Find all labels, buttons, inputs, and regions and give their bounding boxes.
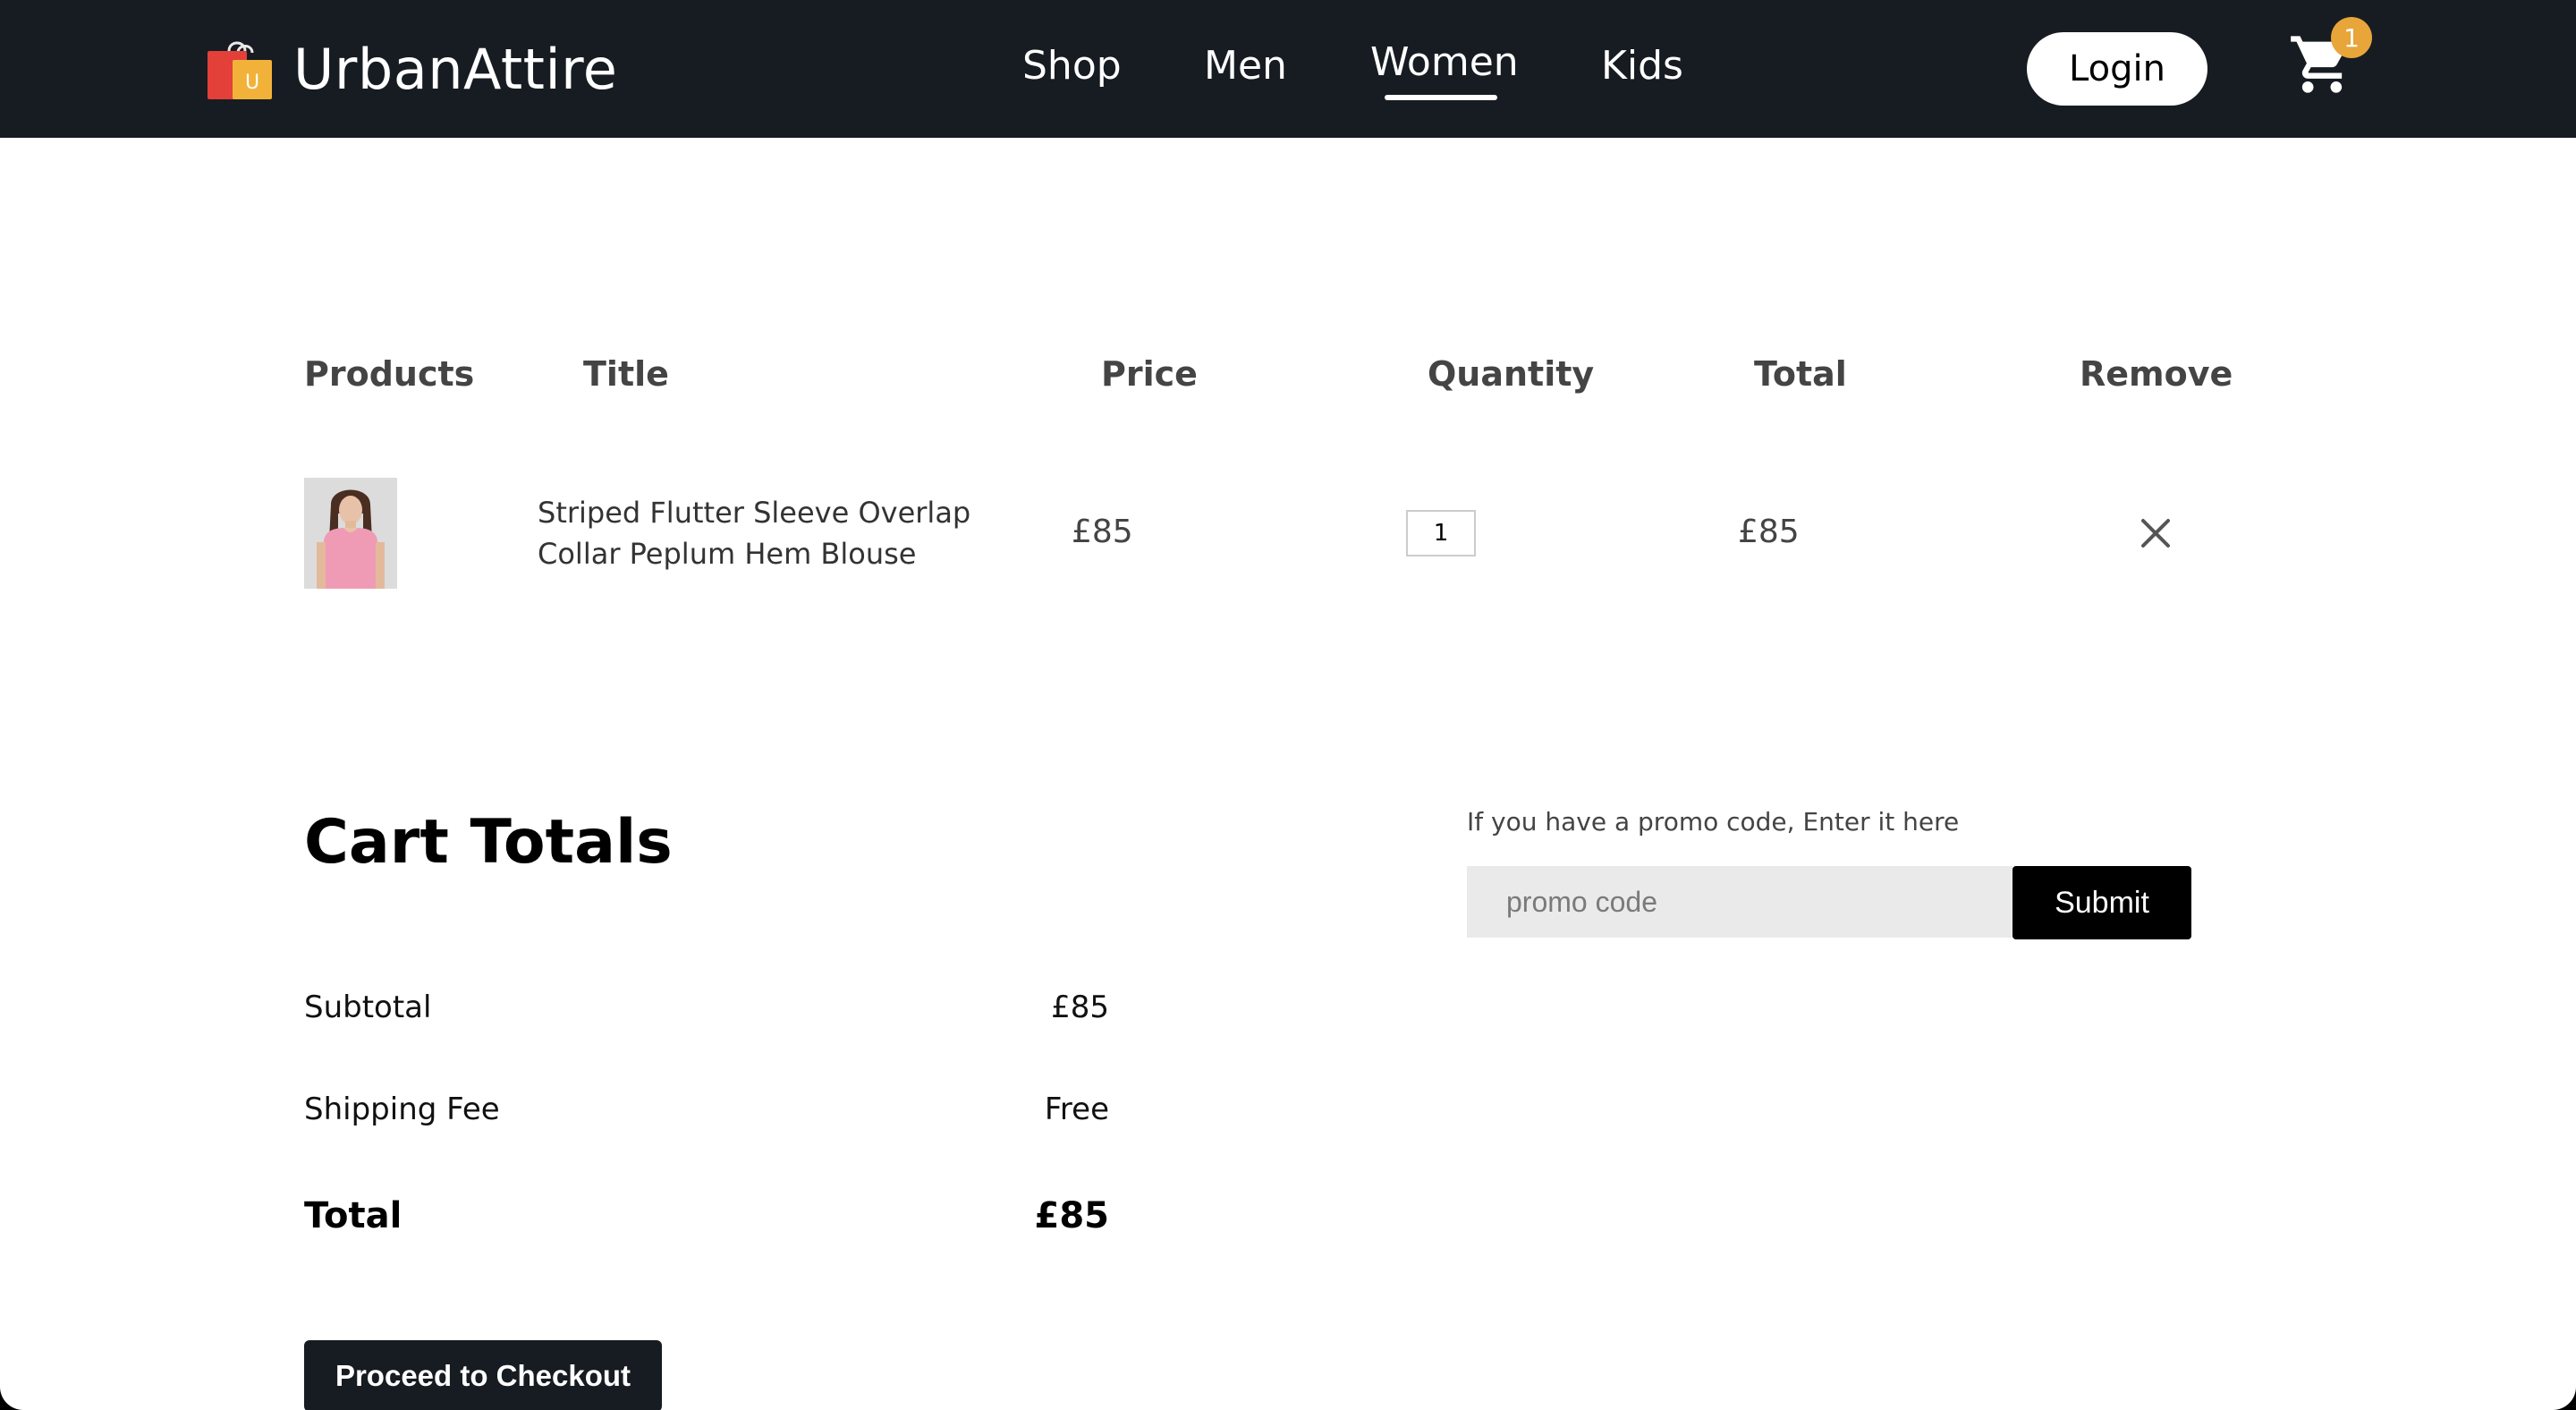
proceed-to-checkout-button[interactable]: Proceed to Checkout (304, 1340, 662, 1410)
brand-name: UrbanAttire (293, 36, 618, 102)
column-header-products: Products (304, 354, 475, 394)
column-header-title: Title (583, 354, 669, 394)
product-title[interactable]: Striped Flutter Sleeve Overlap Collar Pe… (538, 492, 1003, 574)
column-header-remove: Remove (2080, 354, 2233, 394)
active-nav-underline (1385, 95, 1497, 100)
promo-code-input[interactable] (1467, 866, 2012, 938)
subtotal-label: Subtotal (304, 990, 432, 1025)
item-price: £85 (1072, 514, 1133, 550)
top-navbar: U UrbanAttire Shop Men Women Kids Login … (0, 0, 2576, 138)
total-value: £85 (1034, 1195, 1110, 1236)
shipping-row: Shipping Fee Free (304, 1091, 1109, 1127)
shipping-label: Shipping Fee (304, 1091, 500, 1127)
promo-submit-button[interactable]: Submit (2012, 866, 2191, 939)
page: U UrbanAttire Shop Men Women Kids Login … (0, 0, 2576, 1410)
shopping-bag-icon: U (208, 41, 272, 99)
nav-link-shop[interactable]: Shop (1022, 43, 1122, 89)
quantity-input[interactable] (1406, 510, 1476, 556)
promo-label: If you have a promo code, Enter it here (1467, 807, 1960, 837)
product-photo (304, 478, 397, 589)
close-icon (2141, 519, 2170, 548)
column-header-price: Price (1101, 354, 1198, 394)
cart-count-badge: 1 (2331, 17, 2372, 58)
remove-item-button[interactable] (2140, 517, 2172, 549)
nav-link-kids[interactable]: Kids (1601, 43, 1683, 89)
column-header-quantity: Quantity (1428, 354, 1595, 394)
product-thumbnail[interactable] (304, 478, 397, 589)
logo-letter: U (245, 72, 259, 94)
item-total: £85 (1738, 514, 1800, 550)
brand[interactable]: U UrbanAttire (206, 34, 617, 104)
nav-link-women[interactable]: Women (1370, 39, 1519, 85)
nav-link-men[interactable]: Men (1204, 43, 1287, 89)
cart-totals-heading: Cart Totals (304, 807, 673, 878)
subtotal-row: Subtotal £85 (304, 990, 1109, 1025)
shipping-value: Free (1044, 1091, 1109, 1127)
total-row: Total £85 (304, 1195, 1109, 1236)
column-header-total: Total (1754, 354, 1847, 394)
total-label: Total (304, 1195, 402, 1236)
login-button[interactable]: Login (2027, 32, 2207, 106)
subtotal-value: £85 (1051, 990, 1109, 1025)
